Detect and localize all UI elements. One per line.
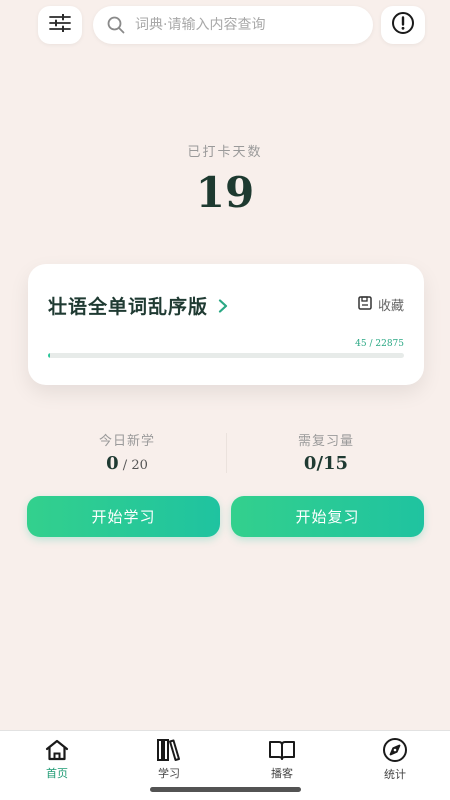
review-stat: 需复习量 0/15 bbox=[226, 430, 426, 474]
sliders-icon bbox=[49, 13, 71, 36]
nav-label-podcast: 播客 bbox=[271, 767, 293, 780]
today-new-done: 0 bbox=[106, 453, 119, 474]
progress-bar bbox=[48, 353, 404, 358]
compass-icon bbox=[382, 737, 408, 763]
nav-item-podcast[interactable]: 播客 bbox=[242, 737, 322, 781]
collect-button[interactable]: 收藏 bbox=[358, 295, 404, 314]
alert-button[interactable] bbox=[381, 6, 425, 44]
chevron-right-icon bbox=[218, 298, 228, 313]
search-bar[interactable] bbox=[93, 6, 373, 44]
today-new-stat: 今日新学 0 / 20 bbox=[27, 430, 227, 474]
nav-label-study: 学习 bbox=[158, 767, 180, 780]
collect-label: 收藏 bbox=[377, 299, 404, 314]
progress-bar-fill bbox=[48, 353, 50, 358]
nav-label-home: 首页 bbox=[46, 767, 68, 780]
nav-item-home[interactable]: 首页 bbox=[17, 737, 97, 781]
books-icon bbox=[156, 737, 182, 762]
today-new-label: 今日新学 bbox=[98, 434, 155, 449]
wordbook-card[interactable]: 壮语全单词乱序版 收藏 45 / 22875 bbox=[28, 264, 424, 385]
bookmark-save-icon bbox=[358, 295, 372, 314]
start-learning-button[interactable]: 开始学习 bbox=[27, 496, 220, 537]
streak-label: 已打卡天数 bbox=[187, 145, 263, 160]
nav-item-stats[interactable]: 统计 bbox=[355, 737, 435, 781]
home-icon bbox=[44, 737, 70, 762]
today-new-goal: / 20 bbox=[118, 458, 148, 473]
streak-days-count: 19 bbox=[195, 168, 255, 217]
wordbook-title-row[interactable]: 壮语全单词乱序版 bbox=[48, 292, 228, 319]
search-icon bbox=[107, 16, 125, 34]
search-input[interactable] bbox=[135, 17, 355, 33]
today-new-value: 0 / 20 bbox=[27, 453, 227, 474]
home-indicator bbox=[150, 787, 301, 792]
exclamation-circle-icon bbox=[391, 11, 415, 39]
start-review-button[interactable]: 开始复习 bbox=[231, 496, 424, 537]
nav-item-study[interactable]: 学习 bbox=[129, 737, 209, 781]
filter-button[interactable] bbox=[38, 6, 82, 44]
progress-count: 45 / 22875 bbox=[355, 339, 404, 349]
review-label: 需复习量 bbox=[297, 434, 354, 449]
wordbook-title: 壮语全单词乱序版 bbox=[48, 296, 209, 318]
review-value: 0/15 bbox=[303, 453, 349, 474]
top-bar bbox=[0, 6, 450, 44]
open-book-icon bbox=[268, 737, 296, 762]
nav-label-stats: 统计 bbox=[384, 768, 406, 781]
